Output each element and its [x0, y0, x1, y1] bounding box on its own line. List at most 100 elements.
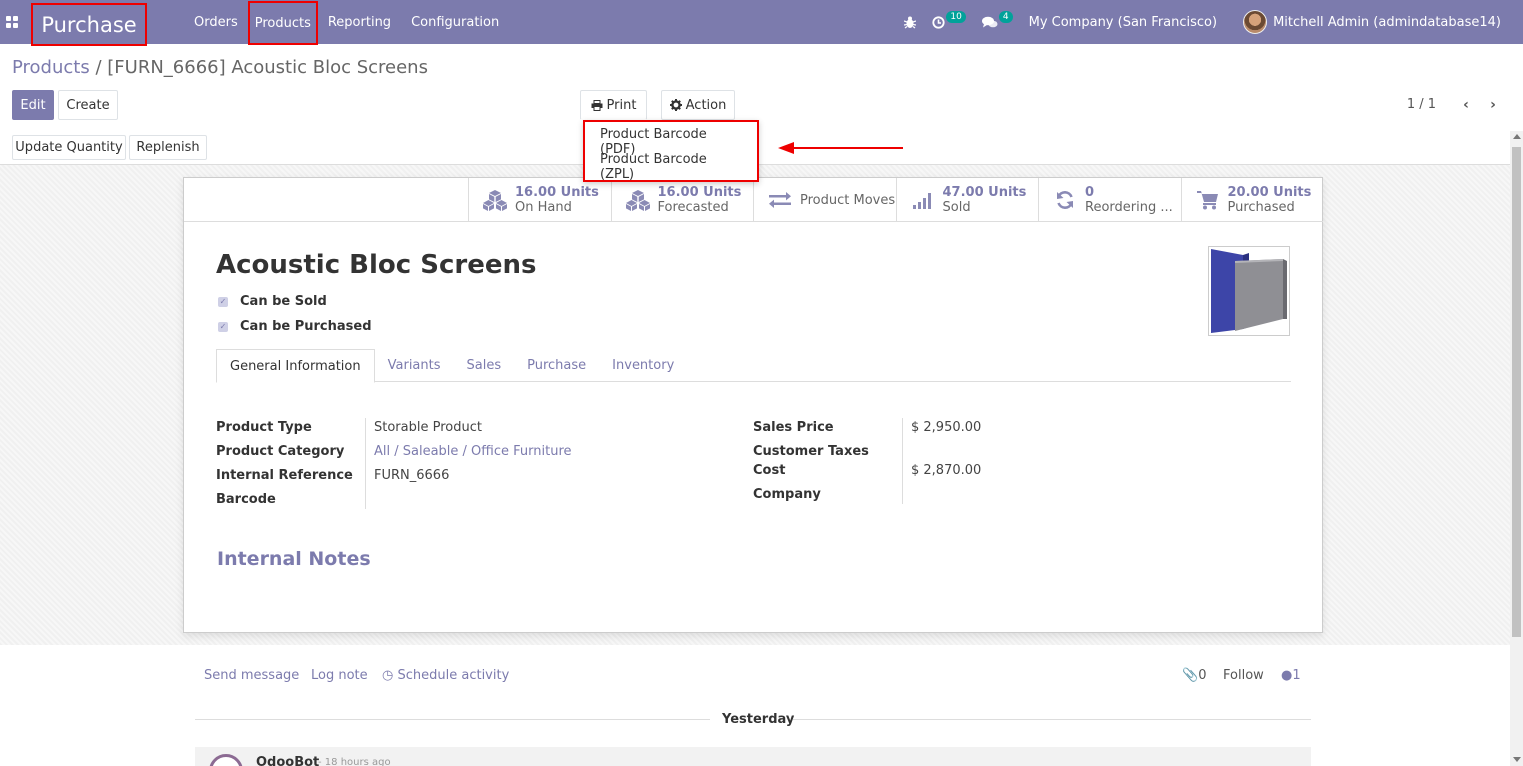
send-message-link[interactable]: Send message: [204, 668, 299, 683]
edit-button[interactable]: Edit: [12, 90, 54, 120]
clock-icon: [932, 15, 946, 29]
message-time: - 18 hours ago: [318, 757, 391, 766]
cost-label: Cost: [753, 463, 786, 478]
breadcrumb-current: [FURN_6666] Acoustic Bloc Screens: [107, 57, 428, 78]
day-divider-right: [793, 719, 1311, 720]
product-type-value: Storable Product: [374, 420, 482, 435]
print-button[interactable]: Print: [580, 90, 647, 120]
can-be-sold-checkbox[interactable]: ✓: [218, 296, 228, 307]
action-button-label: Action: [685, 97, 727, 113]
attachments-button[interactable]: 📎0: [1182, 668, 1206, 683]
stat-forecasted-value: 16.00 Units: [657, 185, 742, 200]
breadcrumb-separator: /: [95, 57, 102, 78]
tab-inventory[interactable]: Inventory: [599, 349, 687, 382]
stat-forecasted[interactable]: 16.00 Units Forecasted: [610, 178, 754, 222]
print-icon: [591, 99, 603, 111]
tab-general-information[interactable]: General Information: [216, 349, 375, 383]
print-button-label: Print: [606, 97, 637, 113]
stat-reordering[interactable]: 0 Reordering ...: [1038, 178, 1181, 222]
messaging-menu[interactable]: 4: [974, 0, 1021, 44]
user-name: Mitchell Admin (admindatabase14): [1273, 14, 1501, 30]
print-barcode-pdf-item[interactable]: Product Barcode (PDF): [585, 127, 757, 157]
can-be-purchased-checkbox[interactable]: ✓: [218, 321, 228, 332]
create-button[interactable]: Create: [58, 90, 118, 120]
print-barcode-zpl-item[interactable]: Product Barcode (ZPL): [585, 152, 757, 182]
can-be-purchased-row: ✓ Can be Purchased: [218, 319, 372, 334]
tab-variants[interactable]: Variants: [375, 349, 454, 382]
follow-button[interactable]: Follow: [1223, 668, 1264, 683]
company-switcher[interactable]: My Company (San Francisco): [1021, 0, 1225, 44]
schedule-activity-link[interactable]: ◷ Schedule activity: [382, 668, 509, 683]
sales-price-label: Sales Price: [753, 420, 834, 435]
clock-icon: ◷: [382, 668, 394, 683]
menu-orders[interactable]: Orders: [184, 0, 248, 44]
product-name: Acoustic Bloc Screens: [216, 250, 537, 280]
scroll-down-icon[interactable]: [1513, 757, 1521, 762]
form-tabs: General Information Variants Sales Purch…: [216, 349, 1291, 383]
smart-buttons-divider: [184, 221, 1322, 222]
stat-on-hand[interactable]: 16.00 Units On Hand: [468, 178, 611, 222]
comments-icon: [981, 16, 998, 27]
stat-reordering-value: 0: [1085, 185, 1095, 200]
update-quantity-button[interactable]: Update Quantity: [12, 135, 126, 160]
message-count-badge: 4: [998, 11, 1013, 23]
company-label: Company: [753, 487, 821, 502]
scrollbar-thumb[interactable]: [1512, 147, 1521, 637]
menu-reporting[interactable]: Reporting: [318, 0, 401, 44]
action-button[interactable]: Action: [661, 90, 735, 120]
scroll-up-icon[interactable]: [1513, 134, 1521, 139]
tab-purchase[interactable]: Purchase: [514, 349, 599, 382]
smart-buttons: 16.00 Units On Hand 16.00 Units Forecasted…: [468, 178, 1323, 222]
user-menu[interactable]: Mitchell Admin (admindatabase14): [1225, 0, 1509, 44]
debug-bug-icon[interactable]: [896, 0, 924, 44]
internal-notes-heading: Internal Notes: [217, 548, 371, 570]
gear-icon: [669, 99, 682, 111]
stat-on-hand-value: 16.00 Units: [515, 185, 599, 200]
product-category-link[interactable]: All / Saleable / Office Furniture: [374, 444, 572, 459]
stat-product-moves[interactable]: Product Moves: [753, 178, 896, 222]
stat-on-hand-label: On Hand: [515, 200, 572, 215]
pager-next-icon[interactable]: ›: [1483, 93, 1503, 117]
attachments-count: 0: [1198, 668, 1207, 683]
user-avatar: [1243, 10, 1268, 34]
exchange-icon: [766, 188, 794, 212]
stat-purchased[interactable]: 20.00 Units Purchased: [1180, 178, 1324, 222]
message-author[interactable]: OdooBot: [256, 755, 319, 766]
can-be-sold-label: Can be Sold: [240, 294, 327, 309]
cubes-icon: [481, 188, 509, 212]
apps-menu-icon[interactable]: [0, 0, 24, 44]
main-menu: Orders Products Reporting Configuration: [184, 0, 509, 45]
pager-previous-icon[interactable]: ‹: [1456, 93, 1476, 117]
stat-sold[interactable]: 47.00 Units Sold: [895, 178, 1039, 222]
top-navbar: Purchase Orders Products Reporting Confi…: [0, 0, 1523, 46]
stat-forecasted-label: Forecasted: [657, 200, 729, 215]
followers-count: 1: [1292, 668, 1301, 683]
stat-product-moves-label: Product Moves: [800, 192, 896, 208]
menu-configuration[interactable]: Configuration: [401, 0, 509, 44]
paperclip-icon: 📎: [1182, 668, 1199, 683]
signal-icon: [909, 188, 937, 212]
cubes-icon: [624, 188, 652, 212]
breadcrumb-products-link[interactable]: Products: [12, 57, 90, 78]
pager-value[interactable]: 1 / 1: [1407, 97, 1436, 112]
day-divider-label: Yesterday: [722, 712, 795, 727]
breadcrumb: Products / [FURN_6666] Acoustic Bloc Scr…: [12, 57, 428, 78]
right-fields-separator: [902, 418, 903, 504]
product-image[interactable]: [1208, 246, 1290, 336]
app-brand[interactable]: Purchase: [31, 3, 147, 46]
activity-menu[interactable]: 10: [924, 0, 973, 44]
product-type-label: Product Type: [216, 420, 312, 435]
stat-sold-value: 47.00 Units: [942, 185, 1027, 200]
followers-button[interactable]: ●1: [1281, 668, 1301, 683]
internal-reference-label: Internal Reference: [216, 468, 353, 483]
print-dropdown-menu: Product Barcode (PDF) Product Barcode (Z…: [583, 120, 759, 182]
red-arrow-annotation: [778, 142, 903, 154]
sales-price-value: $ 2,950.00: [911, 420, 982, 435]
log-note-link[interactable]: Log note: [311, 668, 368, 683]
replenish-button[interactable]: Replenish: [129, 135, 207, 160]
tab-sales[interactable]: Sales: [454, 349, 515, 382]
page-scrollbar[interactable]: [1510, 131, 1523, 766]
menu-products[interactable]: Products: [247, 1, 318, 45]
stat-reordering-label: Reordering ...: [1085, 200, 1173, 215]
product-category-label: Product Category: [216, 444, 345, 459]
